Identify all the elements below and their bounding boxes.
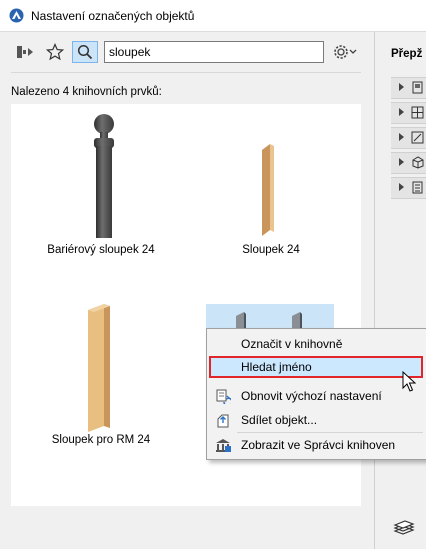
reset-icon [216,389,231,404]
search-settings-button[interactable] [331,41,359,63]
panel-title: Přepž [391,48,423,60]
context-menu: Označit v knihovně Hledat jméno Obnovit … [206,328,426,460]
menu-item-select-in-library[interactable]: Označit v knihovně [209,333,423,355]
panel-section-2[interactable] [391,102,426,124]
layers-icon[interactable] [393,518,415,536]
title-bar: Nastavení označených objektů [0,0,426,32]
search-button[interactable] [72,41,98,63]
panel-section-5[interactable] [391,177,426,199]
menu-item-reset-defaults[interactable]: Obnovit výchozí nastavení [209,385,423,407]
toolbar-divider [11,72,361,73]
expand-arrow-icon [399,133,404,141]
panel-section-3[interactable] [391,127,426,149]
menu-item-label: Označit v knihovně [241,337,343,351]
folder-view-button[interactable] [13,41,39,63]
grid-icon [411,106,424,119]
rm-post-thumbnail [88,304,110,432]
share-icon [217,414,229,428]
cube-icon [412,156,424,169]
library-item-barrier-post[interactable]: Bariérový sloupek 24 [16,104,186,256]
expand-arrow-icon [399,83,404,91]
library-item-label: Sloupek 24 [242,244,300,256]
folder-tree-icon [17,46,33,58]
dimension-icon [411,131,424,144]
favorites-button[interactable] [42,41,68,63]
menu-item-label: Sdílet objekt... [241,413,318,427]
library-toolbar [0,32,372,72]
panel-section-1[interactable] [391,77,426,99]
list-icon [412,181,423,194]
expand-arrow-icon [399,183,404,191]
search-icon [77,44,93,60]
menu-separator [237,432,423,433]
window-title: Nastavení označených objektů [31,9,195,23]
wood-post-thumbnail [262,144,274,236]
menu-item-label: Hledat jméno [241,360,312,374]
library-item-label: Sloupek pro RM 24 [51,434,151,446]
library-item-post-24[interactable]: Sloupek 24 [186,104,356,256]
panel-section-4[interactable] [391,152,426,174]
menu-item-label: Obnovit výchozí nastavení [241,389,382,403]
library-item-label: Bariérový sloupek 24 [47,244,155,256]
mouse-cursor-icon [402,371,416,392]
menu-item-label: Zobrazit ve Správci knihoven [241,438,396,452]
library-item-post-rm[interactable]: Sloupek pro RM 24 [16,304,186,446]
archicad-app-icon [9,8,24,23]
expand-arrow-icon [399,108,404,116]
gear-icon [334,45,357,59]
menu-item-show-in-library-manager[interactable]: Zobrazit ve Správci knihoven [209,434,423,456]
expand-arrow-icon [399,158,404,166]
star-icon [46,43,64,61]
barrier-post-thumbnail [94,114,114,238]
library-browser-pane: Nalezeno 4 knihovních prvků: Bariérový s… [0,32,372,549]
menu-item-find-name[interactable]: Hledat jméno [209,356,423,378]
menu-item-share-object[interactable]: Sdílet objekt... [209,409,423,431]
result-count-label: Nalezeno 4 knihovních prvků: [11,86,162,98]
object-icon [412,81,423,94]
library-manager-icon [216,439,231,452]
settings-panel: Přepž [374,32,426,549]
search-input[interactable] [104,41,324,63]
